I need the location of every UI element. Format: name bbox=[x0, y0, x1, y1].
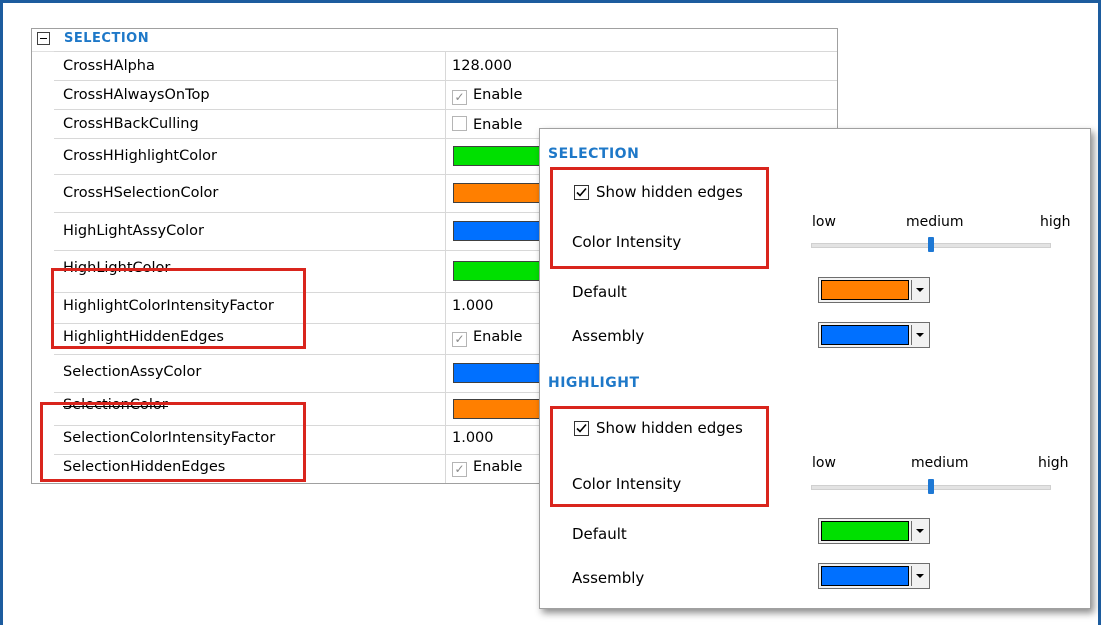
enable-checkbox[interactable]: ✓ Enable bbox=[452, 87, 522, 105]
column-divider bbox=[445, 393, 446, 425]
property-name: HighLightAssyColor bbox=[63, 223, 204, 239]
slider-thumb[interactable] bbox=[928, 237, 934, 252]
enable-checkbox[interactable]: Enable bbox=[452, 116, 522, 133]
color-fill bbox=[821, 566, 909, 586]
property-name: HighlightHiddenEdges bbox=[63, 329, 224, 345]
slider-low-label: low bbox=[812, 214, 836, 230]
property-row-crosshalwaysontop[interactable]: CrossHAlwaysOnTop ✓ Enable bbox=[54, 80, 837, 109]
property-name: CrossHAlpha bbox=[63, 58, 155, 74]
column-divider bbox=[445, 81, 446, 109]
column-divider bbox=[445, 52, 446, 80]
checkmark-icon[interactable]: ✓ bbox=[452, 462, 467, 477]
default-color-picker-highlight[interactable] bbox=[818, 518, 930, 544]
section-title-selection: SELECTION bbox=[548, 146, 640, 162]
checkbox-label: Enable bbox=[473, 87, 523, 103]
property-name: HighLightColor bbox=[63, 260, 171, 276]
property-name: CrossHSelectionColor bbox=[63, 185, 219, 201]
show-hidden-edges-label: Show hidden edges bbox=[596, 419, 743, 437]
slider-thumb[interactable] bbox=[928, 479, 934, 494]
column-divider bbox=[445, 110, 446, 138]
dropdown-arrow-icon[interactable] bbox=[911, 280, 928, 300]
enable-checkbox[interactable]: ✓ Enable bbox=[452, 459, 522, 477]
category-header-selection[interactable]: SELECTION bbox=[32, 29, 837, 52]
section-title-highlight: HIGHLIGHT bbox=[548, 375, 640, 391]
collapse-icon[interactable] bbox=[37, 32, 50, 45]
assembly-color-label: Assembly bbox=[572, 327, 645, 345]
dropdown-arrow-icon[interactable] bbox=[911, 566, 928, 586]
property-row-crosshalpha[interactable]: CrossHAlpha 128.000 bbox=[54, 51, 837, 80]
column-divider bbox=[445, 251, 446, 292]
assembly-color-picker-selection[interactable] bbox=[818, 322, 930, 348]
slider-high-label: high bbox=[1038, 455, 1069, 471]
property-name: SelectionColor bbox=[63, 397, 168, 413]
property-name: SelectionAssyColor bbox=[63, 364, 202, 380]
slider-medium-label: medium bbox=[911, 455, 969, 471]
dropdown-arrow-icon[interactable] bbox=[911, 325, 928, 345]
column-divider bbox=[445, 213, 446, 250]
column-divider bbox=[445, 324, 446, 354]
dropdown-arrow-icon[interactable] bbox=[911, 521, 928, 541]
column-divider bbox=[445, 139, 446, 174]
color-intensity-slider-highlight[interactable] bbox=[811, 479, 1051, 494]
column-divider bbox=[445, 175, 446, 212]
checkmark-icon[interactable]: ✓ bbox=[452, 332, 467, 347]
color-fill bbox=[821, 521, 909, 541]
category-title: SELECTION bbox=[64, 31, 150, 46]
color-intensity-label: Color Intensity bbox=[572, 475, 682, 493]
property-name: CrossHAlwaysOnTop bbox=[63, 87, 210, 103]
checkmark-icon bbox=[576, 187, 587, 197]
color-fill bbox=[821, 325, 909, 345]
property-name: CrossHHighlightColor bbox=[63, 148, 217, 164]
property-value[interactable]: 1.000 bbox=[452, 298, 494, 314]
assembly-color-label: Assembly bbox=[572, 569, 645, 587]
checkbox-label: Enable bbox=[473, 117, 523, 133]
slider-low-label: low bbox=[812, 455, 836, 471]
color-fill bbox=[821, 280, 909, 300]
enable-checkbox[interactable]: ✓ Enable bbox=[452, 329, 522, 347]
empty-checkbox-icon[interactable] bbox=[452, 116, 467, 131]
color-intensity-slider-selection[interactable] bbox=[811, 237, 1051, 252]
column-divider bbox=[445, 426, 446, 454]
show-hidden-edges-checkbox-highlight[interactable] bbox=[574, 421, 589, 436]
default-color-label: Default bbox=[572, 283, 627, 301]
color-intensity-label: Color Intensity bbox=[572, 233, 682, 251]
column-divider bbox=[445, 293, 446, 323]
default-color-label: Default bbox=[572, 525, 627, 543]
column-divider bbox=[445, 355, 446, 392]
property-name: SelectionHiddenEdges bbox=[63, 459, 226, 475]
assembly-color-picker-highlight[interactable] bbox=[818, 563, 930, 589]
visual-settings-panel: SELECTION Show hidden edges Color Intens… bbox=[539, 128, 1091, 609]
default-color-picker-selection[interactable] bbox=[818, 277, 930, 303]
property-name: SelectionColorIntensityFactor bbox=[63, 430, 276, 446]
checkbox-label: Enable bbox=[473, 329, 523, 345]
property-value[interactable]: 1.000 bbox=[452, 430, 494, 446]
slider-high-label: high bbox=[1040, 214, 1071, 230]
slider-medium-label: medium bbox=[906, 214, 964, 230]
show-hidden-edges-label: Show hidden edges bbox=[596, 183, 743, 201]
property-value[interactable]: 128.000 bbox=[452, 58, 512, 74]
show-hidden-edges-checkbox-selection[interactable] bbox=[574, 185, 589, 200]
checkmark-icon[interactable]: ✓ bbox=[452, 90, 467, 105]
property-name: CrossHBackCulling bbox=[63, 116, 199, 132]
checkbox-label: Enable bbox=[473, 459, 523, 475]
checkmark-icon bbox=[576, 423, 587, 433]
property-name: HighlightColorIntensityFactor bbox=[63, 298, 274, 314]
column-divider bbox=[445, 455, 446, 483]
